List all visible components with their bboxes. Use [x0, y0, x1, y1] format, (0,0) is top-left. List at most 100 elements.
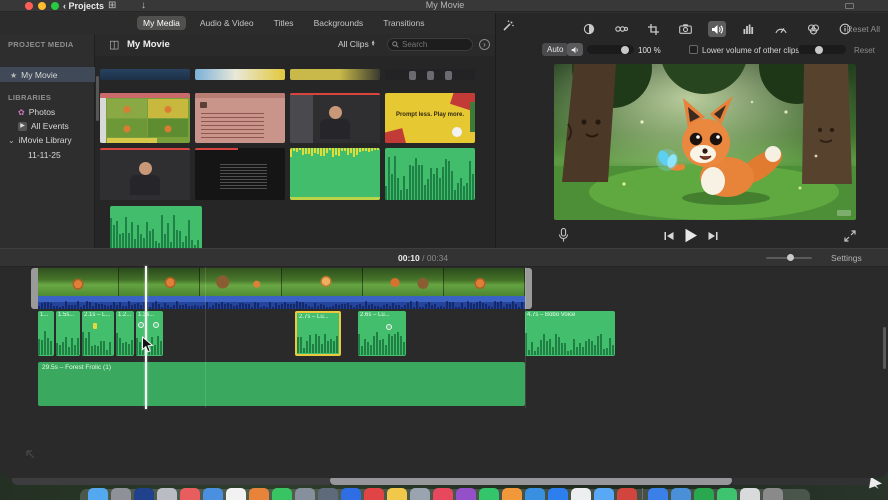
dock-app-icon[interactable]: [318, 488, 338, 500]
timeline-zoom-knob[interactable]: [787, 254, 794, 261]
audio-clip-6[interactable]: 2.6s – Lu...: [358, 311, 406, 356]
dock-app-icon[interactable]: [249, 488, 269, 500]
dock-app-icon[interactable]: [203, 488, 223, 500]
dock-app-icon[interactable]: [134, 488, 154, 500]
next-frame-icon[interactable]: [708, 231, 718, 241]
sidebar-toggle-icon[interactable]: ◫: [109, 38, 119, 51]
dock-app-icon[interactable]: [740, 488, 760, 500]
search-field[interactable]: [387, 38, 473, 51]
dock-app-icon[interactable]: [648, 488, 668, 500]
media-thumbnail[interactable]: [100, 69, 190, 80]
dock-app-icon[interactable]: [594, 488, 614, 500]
timeline-zoom-slider[interactable]: [766, 257, 812, 259]
video-clip-filmstrip[interactable]: [38, 268, 525, 296]
media-thumbnail-terminal[interactable]: [195, 148, 285, 200]
dock-app-icon[interactable]: [364, 488, 384, 500]
dock-app-icon[interactable]: [763, 488, 783, 500]
fullscreen-icon[interactable]: [844, 230, 856, 242]
search-input[interactable]: [402, 40, 468, 49]
media-thumbnail-audio-1[interactable]: [290, 148, 380, 200]
media-thumbnail-presenter[interactable]: [290, 93, 380, 143]
media-thumbnail[interactable]: [385, 69, 475, 80]
tab-transitions[interactable]: Transitions: [377, 16, 430, 30]
media-thumbnail-presenter-2[interactable]: [100, 148, 190, 200]
dock-app-icon[interactable]: [456, 488, 476, 500]
dock-app-icon[interactable]: [694, 488, 714, 500]
tab-backgrounds[interactable]: Backgrounds: [308, 16, 370, 30]
previous-frame-icon[interactable]: [664, 231, 674, 241]
media-browser-icon[interactable]: ⊞: [108, 0, 116, 12]
zoom-window-button[interactable]: [51, 2, 59, 10]
dock-app-icon[interactable]: [341, 488, 361, 500]
timeline-scrollbar[interactable]: [883, 327, 886, 369]
dock-app-icon[interactable]: [226, 488, 246, 500]
all-clips-dropdown[interactable]: All Clips ▴ ▾: [338, 39, 374, 49]
tab-audio-video[interactable]: Audio & Video: [194, 16, 260, 30]
media-thumbnail-audio-2[interactable]: [385, 148, 475, 200]
close-window-button[interactable]: [25, 2, 33, 10]
clip-filter-icon[interactable]: [804, 21, 822, 37]
music-clip-forest-frolic[interactable]: 29.5s – Forest Frolic (1): [38, 362, 525, 406]
volume-reset-button[interactable]: Reset: [854, 46, 875, 55]
volume-keyframe[interactable]: [138, 322, 144, 328]
volume-slider-knob[interactable]: [621, 46, 629, 54]
sidebar-item-my-movie[interactable]: ★ My Movie: [10, 70, 58, 80]
dock-app-icon[interactable]: [548, 488, 568, 500]
dock-app-icon[interactable]: [671, 488, 691, 500]
volume-slider[interactable]: [587, 45, 634, 54]
dock-app-icon[interactable]: [571, 488, 591, 500]
noise-reduction-icon[interactable]: [740, 21, 758, 37]
volume-keyframe[interactable]: [386, 324, 392, 330]
clip-trim-handle-right[interactable]: [525, 268, 532, 309]
audio-clip-2[interactable]: 1.5s...: [56, 311, 80, 356]
dock-app-icon[interactable]: [157, 488, 177, 500]
sidebar-item-photos[interactable]: ✿ Photos: [18, 107, 55, 117]
dock[interactable]: [88, 488, 783, 500]
dock-app-icon[interactable]: [180, 488, 200, 500]
volume-keyframe[interactable]: [153, 322, 159, 328]
dock-app-icon[interactable]: [111, 488, 131, 500]
video-clip-audio-track[interactable]: [38, 296, 525, 309]
media-thumbnail-fox-grid[interactable]: [100, 93, 190, 143]
browser-more-icon[interactable]: ›: [479, 39, 490, 50]
audio-clip-3[interactable]: 2.1s – L...: [82, 311, 114, 356]
stabilization-icon[interactable]: [676, 21, 694, 37]
sidebar-item-imovie-library[interactable]: ⌄ iMovie Library: [8, 135, 72, 145]
dock-app-icon[interactable]: [387, 488, 407, 500]
dock-app-icon[interactable]: [617, 488, 637, 500]
dock-app-icon[interactable]: [295, 488, 315, 500]
auto-volume-button[interactable]: Auto: [542, 43, 568, 56]
dock-app-icon[interactable]: [88, 488, 108, 500]
dock-app-icon[interactable]: [717, 488, 737, 500]
dock-app-icon[interactable]: [525, 488, 545, 500]
media-scrollbar[interactable]: [96, 76, 99, 121]
voiceover-mic-icon[interactable]: [558, 228, 569, 243]
sidebar-item-event-11-11-25[interactable]: 11-11-25: [28, 150, 61, 160]
dock-app-icon[interactable]: [479, 488, 499, 500]
audio-clip-4[interactable]: 1.2...: [116, 311, 134, 356]
volume-icon[interactable]: [708, 21, 726, 37]
audio-clip-1[interactable]: 1...: [38, 311, 54, 356]
import-media-icon[interactable]: ↓: [141, 0, 146, 12]
preview-viewer[interactable]: [554, 64, 856, 220]
dock-app-icon[interactable]: [410, 488, 430, 500]
media-thumbnail[interactable]: [290, 69, 380, 80]
color-correction-icon[interactable]: [612, 21, 630, 37]
mute-button[interactable]: [567, 43, 583, 56]
tab-my-media[interactable]: My Media: [137, 16, 186, 30]
dock-app-icon[interactable]: [272, 488, 292, 500]
ducking-slider[interactable]: [798, 45, 846, 54]
sidebar-item-all-events[interactable]: ▶ All Events: [18, 121, 69, 131]
dock-app-icon[interactable]: [433, 488, 453, 500]
ducking-slider-knob[interactable]: [815, 46, 823, 54]
clip-trim-handle-left[interactable]: [31, 268, 38, 309]
audio-clip-selected[interactable]: 2.7s – Lu...: [295, 311, 341, 356]
projects-back-button[interactable]: ‹ Projects: [63, 1, 104, 11]
tab-titles[interactable]: Titles: [268, 16, 300, 30]
color-balance-icon[interactable]: [580, 21, 598, 37]
media-thumbnail[interactable]: [195, 69, 285, 80]
lower-volume-checkbox[interactable]: [689, 45, 698, 54]
timeline-settings-button[interactable]: Settings: [831, 253, 862, 263]
dock-app-icon[interactable]: [502, 488, 522, 500]
speed-icon[interactable]: [772, 21, 790, 37]
